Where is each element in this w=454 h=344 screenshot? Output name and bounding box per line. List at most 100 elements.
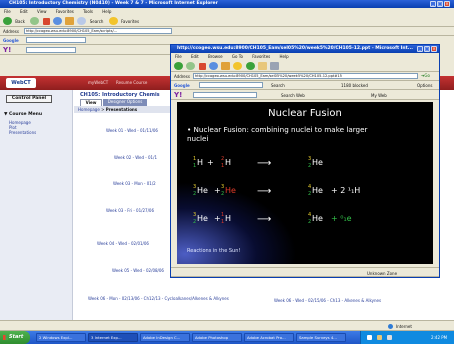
favorites-star-icon[interactable] — [108, 17, 118, 25]
back-address-input[interactable]: http://ccogeo.wsu.edu:8900/CH105_Eam/scr… — [24, 28, 172, 34]
webct-logo[interactable]: WebCT — [6, 78, 36, 88]
front-blocked-popups[interactable]: 1180 blocked — [341, 83, 368, 88]
front-history-icon[interactable] — [245, 62, 255, 70]
back-arrow-icon[interactable] — [3, 17, 12, 25]
week-link-02[interactable]: Week 02 - Wed - 01/1 — [114, 155, 157, 160]
course-menu-item-presentations[interactable]: Presentations — [9, 130, 36, 135]
start-button[interactable]: Start — [0, 331, 30, 344]
back-google-bar: Google — [0, 36, 170, 45]
menu-help[interactable]: Help — [102, 9, 111, 14]
nav-link-mywebct[interactable]: myWebCT — [88, 80, 108, 85]
left-panel: Control Panel ▼ Course Menu Homepage Plo… — [0, 90, 73, 320]
front-favorites-star-icon[interactable] — [233, 62, 243, 70]
control-panel-button[interactable]: Control Panel — [6, 95, 52, 103]
tray-icon[interactable] — [367, 335, 372, 340]
front-menu-goto[interactable]: Go To — [232, 54, 243, 59]
minimize-button[interactable]: _ — [430, 1, 436, 7]
refresh-icon[interactable] — [52, 17, 62, 25]
front-close-button[interactable]: × — [431, 46, 437, 52]
front-menu-favorites[interactable]: Favorites — [252, 54, 270, 59]
week-link-06-mon[interactable]: Week 06 - Mon - 02/13/06 - Ch12/13 - Cyc… — [88, 296, 233, 301]
google-search-input[interactable] — [26, 37, 86, 43]
front-google-input[interactable] — [199, 82, 263, 88]
front-mail-icon[interactable] — [257, 62, 267, 70]
front-address-input[interactable]: http://ccogeo.wsu.edu:8900/CH105_Eam/sel… — [193, 73, 418, 79]
front-menu-browse[interactable]: Browse — [208, 54, 223, 59]
taskbar-item[interactable]: Adobe Acrobat Pro... — [244, 333, 294, 342]
menu-view[interactable]: View — [37, 9, 47, 14]
nuclide: H — [225, 158, 232, 167]
front-back-arrow-icon[interactable] — [174, 62, 183, 70]
atomic-number: 2 — [221, 191, 225, 197]
address-label: Address — [3, 29, 19, 34]
plus-sign: + — [214, 214, 221, 223]
menu-edit[interactable]: Edit — [20, 9, 28, 14]
week-link-03-fri[interactable]: Week 03 - Fri - 01/27/06 — [106, 208, 154, 213]
slide-caption: Reactions in the Sun! — [187, 248, 241, 254]
front-print-icon[interactable] — [270, 62, 280, 70]
maximize-button[interactable]: □ — [437, 1, 443, 7]
nuclide: H — [197, 158, 204, 167]
week-link-04[interactable]: Week 04 - Wed - 02/01/06 — [97, 241, 149, 246]
breadcrumb-home[interactable]: Homepage — [78, 107, 100, 112]
go-button[interactable]: ➜Go — [421, 73, 430, 78]
atomic-number: 2 — [308, 219, 312, 225]
menu-tools[interactable]: Tools — [83, 9, 93, 14]
menu-favorites[interactable]: Favorites — [56, 9, 74, 14]
week-link-06-wed[interactable]: Week 06 - Wed - 02/15/06 - Ch13 - Alkene… — [274, 298, 381, 303]
plus-sign: + — [214, 186, 221, 195]
front-options-button[interactable]: Options — [417, 83, 432, 88]
front-my-web-button[interactable]: My Web — [371, 93, 387, 98]
system-tray: 2:42 PM — [360, 331, 454, 344]
atomic-number: 1 — [193, 163, 197, 169]
taskbar-item-active[interactable]: 3 Internet Exp... — [88, 333, 138, 342]
front-menu-edit[interactable]: Edit — [191, 54, 199, 59]
course-title: CH105: Introductory Chemis — [80, 92, 160, 98]
forward-arrow-icon[interactable] — [30, 17, 40, 25]
stop-icon[interactable] — [42, 17, 50, 25]
front-forward-arrow-icon[interactable] — [186, 62, 196, 70]
atomic-number: 2 — [193, 191, 197, 197]
mass-number: 3 — [193, 212, 197, 218]
taskbar-item[interactable]: Sample Surveys 4... — [296, 333, 346, 342]
volume-icon[interactable] — [387, 335, 392, 340]
tab-designer-options[interactable]: Designer Options — [103, 99, 147, 106]
back-yahoo-bar: Y! — [0, 45, 170, 55]
taskbar-item[interactable]: Adobe Photoshop — [192, 333, 242, 342]
presentation-slide: Nuclear Fusion • Nuclear Fusion: combini… — [177, 102, 433, 264]
slide-title: Nuclear Fusion — [268, 108, 342, 119]
taskbar-item[interactable]: 2 Windows Expl... — [36, 333, 86, 342]
front-minimize-button[interactable]: _ — [417, 46, 423, 52]
week-link-01[interactable]: Week 01 - Wed - 01/11/06 — [106, 128, 158, 133]
tray-icon[interactable] — [377, 335, 382, 340]
week-link-03-mon[interactable]: Week 03 - Mon - 01/2 — [113, 181, 156, 186]
nav-link-resume[interactable]: Resume Course — [116, 80, 147, 85]
front-window-title: http://ccogeo.wsu.edu:8900/CH105_Eam/sel… — [177, 46, 413, 51]
front-google-label: Google — [174, 83, 190, 88]
week-link-05[interactable]: Week 05 - Wed - 02/08/06 — [112, 268, 164, 273]
nuclide: He — [197, 186, 208, 195]
reaction-arrow: ⟶ — [257, 186, 272, 197]
front-yahoo-input[interactable] — [193, 92, 257, 98]
front-menu-help[interactable]: Help — [280, 54, 289, 59]
window-title: CH105: Introductory Chemistry (N0410) - … — [9, 1, 218, 6]
menu-file[interactable]: File — [4, 9, 11, 14]
mass-number: 3 — [193, 184, 197, 190]
taskbar-item[interactable]: Adobe InDesign C... — [140, 333, 190, 342]
close-button[interactable]: × — [444, 1, 450, 7]
plus-sign: + — [207, 158, 214, 167]
breadcrumb: Homepage > Presentations — [74, 106, 174, 113]
internet-zone-icon — [388, 324, 393, 329]
front-stop-icon[interactable] — [198, 62, 206, 70]
front-home-icon[interactable] — [221, 62, 231, 70]
front-search-web-button[interactable]: Search Web — [281, 93, 305, 98]
tab-view[interactable]: View — [80, 99, 102, 106]
favorites-label: Favorites — [121, 18, 140, 24]
front-menu-file[interactable]: File — [175, 54, 182, 59]
home-icon[interactable] — [65, 17, 75, 25]
front-maximize-button[interactable]: □ — [424, 46, 430, 52]
front-search-button[interactable]: Search — [271, 83, 285, 88]
search-icon[interactable] — [77, 17, 87, 25]
yahoo-search-input[interactable] — [26, 47, 76, 53]
front-refresh-icon[interactable] — [208, 62, 218, 70]
